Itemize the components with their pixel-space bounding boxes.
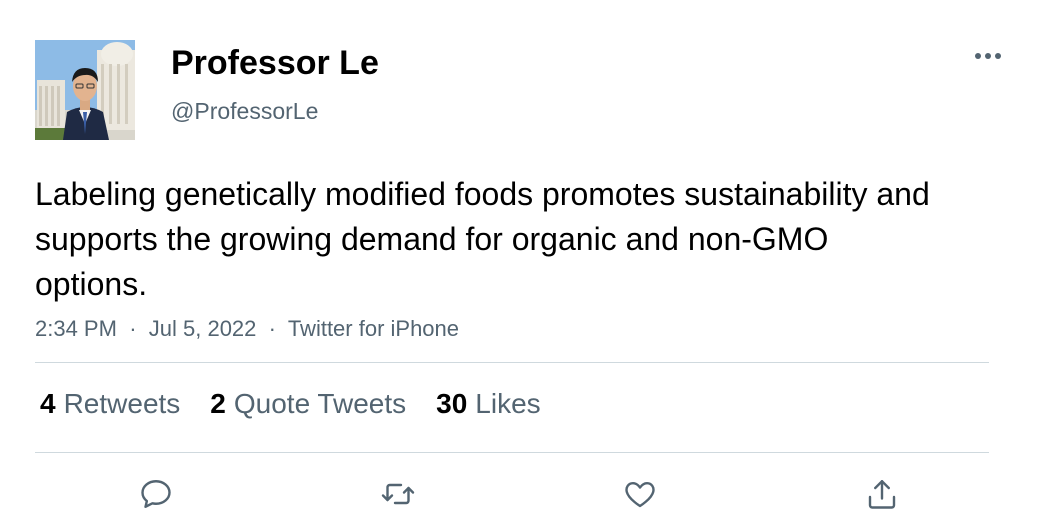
meta-separator: · — [129, 316, 137, 341]
likes-label: Likes — [475, 388, 541, 419]
likes-count: 30 — [436, 388, 468, 419]
retweet-icon — [381, 483, 415, 505]
quote-tweets-count: 2 — [210, 388, 226, 419]
tweet-meta: 2:34 PM · Jul 5, 2022 · Twitter for iPho… — [35, 316, 459, 342]
likes-stat[interactable]: 30 Likes — [436, 388, 541, 420]
retweets-label: Retweets — [63, 388, 181, 419]
author-name[interactable]: Professor Le — [171, 44, 379, 83]
author-handle[interactable]: @ProfessorLe — [171, 98, 318, 125]
retweets-stat[interactable]: 4 Retweets — [40, 388, 180, 420]
avatar-image — [35, 40, 135, 140]
share-button[interactable] — [860, 474, 904, 514]
more-options-button[interactable] — [968, 40, 1008, 72]
divider — [35, 362, 989, 363]
retweet-button[interactable] — [376, 474, 420, 514]
reply-button[interactable] — [134, 474, 178, 514]
quote-tweets-label: Quote Tweets — [233, 388, 407, 419]
tweet-time[interactable]: 2:34 PM — [35, 316, 117, 341]
like-button[interactable] — [618, 474, 662, 514]
heart-icon — [625, 482, 655, 508]
meta-separator: · — [268, 316, 276, 341]
tweet-source[interactable]: Twitter for iPhone — [288, 316, 459, 341]
retweets-count: 4 — [40, 388, 56, 419]
more-icon — [975, 53, 1001, 59]
quote-tweets-stat[interactable]: 2 Quote Tweets — [210, 388, 406, 420]
tweet-date[interactable]: Jul 5, 2022 — [149, 316, 257, 341]
divider — [35, 452, 989, 453]
tweet-stats: 4 Retweets 2 Quote Tweets 30 Likes — [40, 388, 571, 420]
tweet-text: Labeling genetically modified foods prom… — [35, 176, 930, 302]
avatar[interactable] — [35, 40, 135, 140]
share-icon — [868, 480, 896, 509]
reply-icon — [141, 480, 171, 508]
